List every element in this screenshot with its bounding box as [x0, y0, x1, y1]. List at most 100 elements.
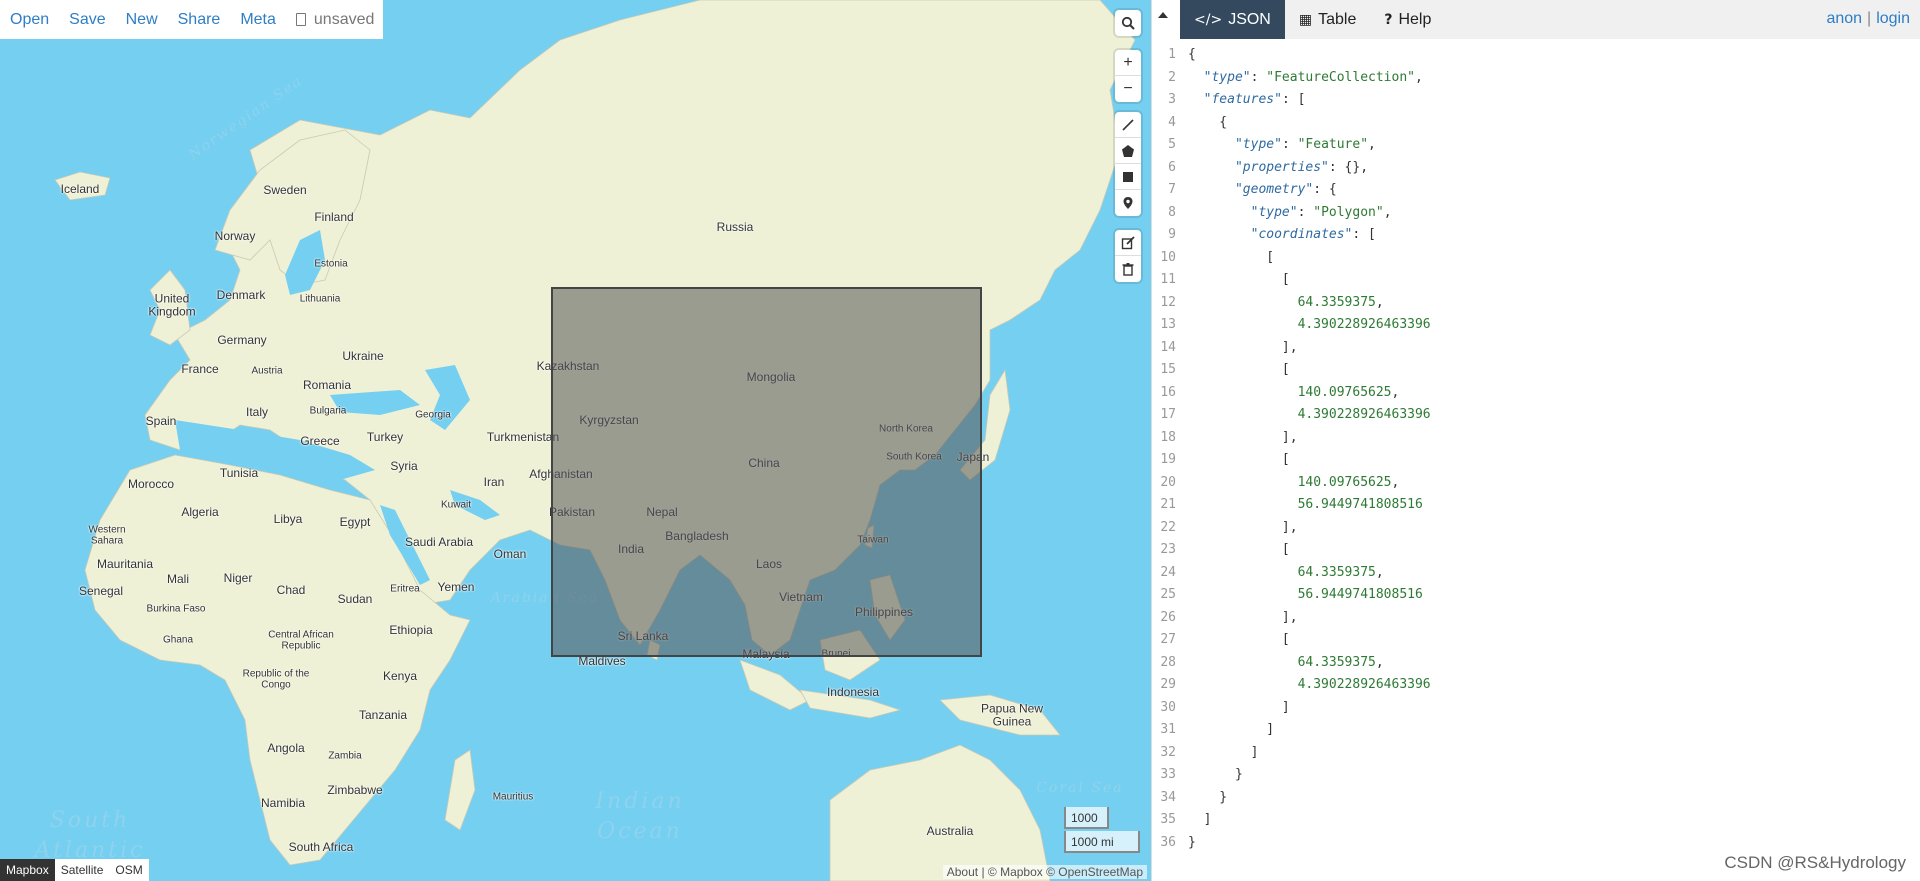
line-number: 29	[1160, 677, 1176, 692]
line-number: 12	[1160, 294, 1176, 310]
account-links: anon | login	[1826, 10, 1910, 28]
line-number: 25	[1160, 587, 1176, 602]
place-label: Georgia	[415, 409, 451, 421]
watermark: CSDN @RS&Hydrology	[1724, 853, 1906, 872]
code-line: 17 4.390228926463396	[1160, 404, 1430, 427]
line-number: 16	[1160, 384, 1176, 400]
menu-share[interactable]: Share	[178, 11, 221, 29]
place-label: Zimbabwe	[327, 783, 383, 797]
layer-mapbox[interactable]: Mapbox	[0, 859, 55, 881]
code-line: 11 [	[1160, 269, 1431, 292]
menu-meta[interactable]: Meta	[240, 11, 276, 29]
scale-mi: 1000 mi	[1064, 831, 1140, 853]
layer-satellite[interactable]: Satellite	[55, 859, 110, 881]
place-label: Indonesia	[826, 685, 880, 699]
place-label: Kenya	[382, 669, 418, 683]
place-label: Saudi Arabia	[404, 535, 474, 549]
draw-line-button[interactable]	[1115, 112, 1141, 138]
code-line: 30 ]	[1160, 697, 1431, 720]
code-line: 27 [	[1160, 629, 1431, 652]
line-number: 5	[1168, 137, 1176, 152]
drawn-polygon[interactable]	[551, 287, 982, 657]
zoom-in-button[interactable]: +	[1115, 50, 1141, 76]
place-label: Mauritania	[96, 557, 154, 571]
login-link[interactable]: login	[1876, 10, 1910, 27]
code-line: 19 [	[1160, 449, 1431, 472]
anon-link[interactable]: anon	[1826, 10, 1862, 27]
place-label: Mauritius	[492, 791, 534, 803]
code-line: 25 56.9449741808516	[1160, 584, 1431, 607]
save-status-text: unsaved	[313, 10, 375, 28]
code-line: 28 64.3359375,	[1160, 652, 1431, 675]
line-number: 26	[1160, 609, 1176, 625]
code-line: 31 ]	[1160, 719, 1431, 742]
line-number: 15	[1160, 362, 1176, 377]
tab-json[interactable]: </> JSON	[1180, 0, 1285, 39]
account-separator: |	[1867, 10, 1872, 27]
place-label: Republic of the Congo	[242, 668, 310, 690]
code-line: 18 ],	[1160, 427, 1431, 450]
line-number: 18	[1160, 429, 1176, 445]
layer-osm[interactable]: OSM	[109, 859, 148, 881]
place-label: Ethiopia	[389, 623, 433, 637]
code-line: 8 "type": "Polygon",	[1168, 202, 1431, 225]
place-label: Niger	[223, 571, 253, 585]
search-button[interactable]	[1115, 10, 1141, 36]
place-label: Sudan	[337, 592, 373, 606]
zoom-out-button[interactable]: −	[1115, 76, 1141, 102]
draw-marker-button[interactable]	[1115, 190, 1141, 216]
line-number: 6	[1168, 159, 1176, 175]
map-canvas[interactable]: Iceland Sweden Finland Norway Estonia Denmark…	[0, 0, 1151, 881]
line-number: 36	[1160, 834, 1176, 850]
rectangle-icon	[1123, 171, 1133, 182]
search-control	[1115, 10, 1141, 36]
code-line: 16 140.09765625,	[1160, 382, 1431, 405]
search-icon	[1121, 16, 1135, 30]
draw-rectangle-button[interactable]	[1115, 164, 1141, 190]
place-label: Norway	[214, 229, 256, 243]
line-number: 7	[1168, 182, 1176, 197]
tab-help-label: Help	[1398, 10, 1432, 28]
edit-button[interactable]	[1115, 230, 1141, 256]
line-number: 33	[1160, 767, 1176, 782]
delete-button[interactable]	[1115, 256, 1141, 282]
line-number: 3	[1168, 92, 1176, 107]
place-label: Senegal	[78, 584, 124, 598]
place-label: Syria	[390, 459, 418, 473]
code-icon: </>	[1194, 11, 1223, 28]
line-number: 8	[1168, 204, 1176, 220]
line-number: 24	[1160, 564, 1176, 580]
line-number: 31	[1160, 722, 1176, 737]
line-number: 32	[1160, 744, 1176, 760]
place-label: Egypt	[339, 515, 371, 529]
place-label: Sweden	[263, 183, 307, 197]
menu-new[interactable]: New	[126, 11, 158, 29]
menu-open[interactable]: Open	[10, 11, 49, 29]
draw-polygon-button[interactable]	[1115, 138, 1141, 164]
place-label: Lithuania	[299, 293, 341, 305]
code-line: 34 }	[1160, 787, 1431, 810]
place-label: Tunisia	[219, 466, 259, 480]
edit-toolbar	[1115, 230, 1141, 282]
line-icon	[1122, 118, 1134, 131]
code-line: 14 ],	[1160, 337, 1431, 360]
place-label: Ghana	[162, 634, 194, 646]
help-icon: ?	[1384, 11, 1393, 28]
line-number: 35	[1160, 812, 1176, 827]
line-number: 1	[1168, 47, 1176, 62]
place-label: Tanzania	[358, 708, 408, 722]
tab-table[interactable]: ▦ Table	[1285, 0, 1370, 39]
code-line: 36}	[1160, 832, 1431, 855]
map-attribution[interactable]: About | © Mapbox © OpenStreetMap	[942, 865, 1147, 879]
tab-help[interactable]: ? Help	[1370, 0, 1445, 39]
code-line: 3 "features": [	[1168, 89, 1431, 112]
place-label: Chad	[276, 583, 306, 597]
menu-save[interactable]: Save	[69, 11, 105, 29]
collapse-panel-icon[interactable]	[1158, 12, 1168, 18]
tab-json-label: JSON	[1228, 10, 1271, 28]
sea-label: South Atlantic	[34, 808, 146, 863]
edit-icon	[1121, 235, 1135, 249]
line-number: 27	[1160, 632, 1176, 647]
place-label: Zambia	[328, 750, 362, 762]
code-line: 26 ],	[1160, 607, 1431, 630]
